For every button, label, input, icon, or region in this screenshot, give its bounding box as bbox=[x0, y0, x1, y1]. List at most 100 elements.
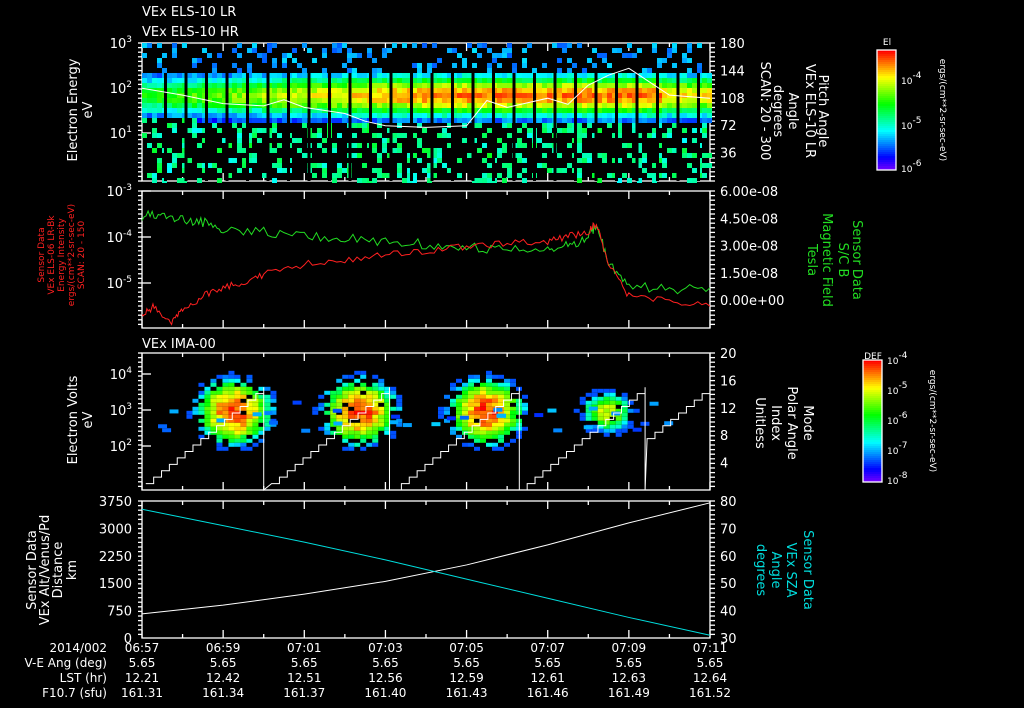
spectrogram-cell bbox=[357, 153, 362, 158]
scan-gap bbox=[348, 73, 352, 181]
spectrogram-cell bbox=[282, 103, 287, 108]
spectrogram-cell bbox=[492, 422, 498, 427]
spectrogram-cell bbox=[477, 93, 482, 98]
panel2-y2label: Magnetic Field bbox=[819, 213, 834, 307]
spectrogram-cell bbox=[172, 53, 177, 58]
spectrogram-cell bbox=[527, 108, 532, 113]
panel2-ylabel: VEx ELS-06 LR-Bk bbox=[47, 215, 57, 295]
colorbar-tick-label: 10-8 bbox=[887, 471, 908, 487]
spectrogram-cell bbox=[177, 178, 182, 183]
spectrogram-cell bbox=[572, 63, 577, 68]
spectrogram-cell bbox=[389, 420, 399, 425]
spectrogram-cell bbox=[324, 422, 331, 427]
spectrogram-cell bbox=[197, 113, 202, 118]
spectrogram-cell bbox=[504, 386, 510, 391]
spectrogram-cell bbox=[456, 398, 462, 403]
spectrogram-cell bbox=[187, 98, 192, 103]
colorbar-segment bbox=[877, 132, 896, 134]
spectrogram-cell bbox=[615, 416, 622, 421]
spectrogram-cell bbox=[462, 426, 468, 431]
spectrogram-cell bbox=[322, 148, 327, 153]
spectrogram-cell bbox=[602, 83, 607, 88]
spectrogram-cell bbox=[354, 370, 361, 375]
spectrogram-cell bbox=[642, 158, 647, 163]
spectrogram-cell bbox=[342, 410, 349, 415]
annotation-value: 5.65 bbox=[372, 656, 399, 670]
spectrogram-cell bbox=[417, 73, 422, 78]
spectrogram-cell bbox=[348, 414, 355, 419]
spectrogram-cell bbox=[234, 426, 241, 431]
spectrogram-cell bbox=[357, 88, 362, 93]
spectrogram-cell bbox=[452, 48, 457, 53]
spectrogram-cell bbox=[292, 118, 297, 123]
spectrogram-cell bbox=[487, 103, 492, 108]
spectrogram-cell bbox=[240, 438, 247, 443]
spectrogram-cell bbox=[198, 426, 205, 431]
spectrogram-cell bbox=[232, 113, 237, 118]
spectrogram-cell bbox=[228, 422, 235, 427]
spectrogram-cell bbox=[427, 63, 432, 68]
colorbar-segment bbox=[863, 472, 882, 474]
spectrogram-cell bbox=[347, 68, 352, 73]
spectrogram-cell bbox=[367, 48, 372, 53]
spectrogram-cell bbox=[692, 98, 697, 103]
colorbar-segment bbox=[863, 364, 882, 366]
colorbar-segment bbox=[863, 402, 882, 404]
spectrogram-cell bbox=[282, 118, 287, 123]
spectrogram-cell bbox=[647, 73, 652, 78]
spectrogram-cell bbox=[621, 416, 628, 421]
spectrogram-cell bbox=[510, 410, 516, 415]
spectrogram-cell bbox=[642, 88, 647, 93]
colorbar-segment bbox=[877, 70, 896, 72]
spectrogram-cell bbox=[240, 386, 247, 391]
spectrogram-cell bbox=[672, 73, 677, 78]
spectrogram-cell bbox=[462, 442, 468, 447]
spectrogram-cell bbox=[240, 390, 247, 395]
spectrogram-cell bbox=[217, 108, 222, 113]
spectrogram-cell bbox=[522, 410, 528, 415]
spectrogram-cell bbox=[597, 103, 602, 108]
spectrogram-cell bbox=[437, 133, 442, 138]
spectrogram-cell bbox=[352, 153, 357, 158]
panel2-ylabel: ergs/(cm**2-sr-sec-eV) bbox=[67, 204, 77, 306]
colorbar-segment bbox=[863, 476, 882, 478]
colorbar-segment bbox=[877, 136, 896, 138]
spectrogram-cell bbox=[456, 386, 462, 391]
spectrogram-cell bbox=[372, 148, 377, 153]
spectrogram-cell bbox=[547, 118, 552, 123]
spectrogram-cell bbox=[482, 78, 487, 83]
spectrogram-cell bbox=[585, 412, 592, 417]
spectrogram-cell bbox=[662, 83, 667, 88]
spectrogram-cell bbox=[292, 93, 297, 98]
spectrogram-cell bbox=[486, 430, 492, 435]
panel1-title-2: VEx ELS-10 HR bbox=[142, 25, 239, 40]
spectrogram-cell bbox=[457, 113, 462, 118]
spectrogram-cell bbox=[457, 78, 462, 83]
spectrogram-cell bbox=[474, 394, 480, 399]
spectrogram-cell bbox=[667, 48, 672, 53]
spectrogram-cell bbox=[437, 83, 442, 88]
spectrogram-cell bbox=[390, 390, 397, 395]
spectrogram-cell bbox=[152, 73, 157, 78]
spectrogram-cell bbox=[487, 118, 492, 123]
spectrogram-cell bbox=[157, 58, 162, 63]
spectrogram-cell bbox=[692, 88, 697, 93]
spectrogram-cell bbox=[396, 394, 403, 399]
spectrogram-cell bbox=[627, 83, 632, 88]
spectrogram-cell bbox=[577, 118, 582, 123]
spectrogram-cell bbox=[302, 98, 307, 103]
spectrogram-cell bbox=[392, 88, 397, 93]
spectrogram-cell bbox=[607, 103, 612, 108]
spectrogram-cell bbox=[217, 168, 222, 173]
spectrogram-cell bbox=[172, 43, 177, 48]
spectrogram-cell bbox=[342, 386, 349, 391]
spectrogram-cell bbox=[197, 128, 202, 133]
spectrogram-cell bbox=[270, 398, 277, 403]
spectrogram-cell bbox=[212, 93, 217, 98]
spectrogram-cell bbox=[272, 178, 277, 183]
spectrogram-cell bbox=[210, 430, 217, 435]
spectrogram-cell bbox=[372, 143, 377, 148]
spectrogram-cell bbox=[402, 133, 407, 138]
spectrogram-cell bbox=[510, 406, 516, 411]
spectrogram-cell bbox=[667, 133, 672, 138]
